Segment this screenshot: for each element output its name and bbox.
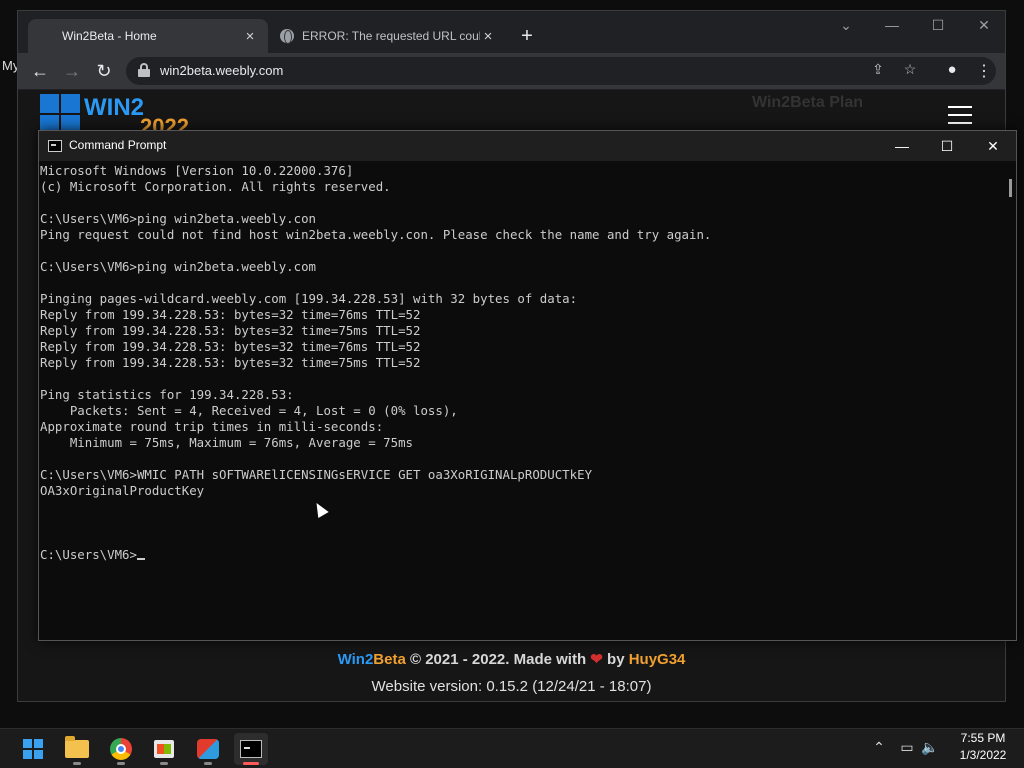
footer-brand-win: Win2 bbox=[337, 651, 374, 668]
heart-icon: ❤ bbox=[590, 651, 603, 668]
console-line: C:\Users\VM6>ping win2beta.weebly.com bbox=[40, 259, 317, 274]
volume-icon[interactable]: 🔈 bbox=[921, 739, 939, 756]
footer-brand-beta: Beta bbox=[373, 651, 406, 668]
console-line: OA3xOriginalProductKey bbox=[40, 483, 205, 498]
footer-by: by bbox=[602, 651, 629, 668]
tab-title: Win2Beta - Home bbox=[62, 29, 157, 43]
tab-title: ERROR: The requested URL could bbox=[302, 29, 480, 43]
command-prompt-window[interactable]: Command Prompt — ☐ ✕ Microsoft Windows [… bbox=[38, 130, 1017, 641]
tab-win2beta-home[interactable]: Win2Beta - Home × bbox=[28, 19, 268, 53]
console-line: Reply from 199.34.228.53: bytes=32 time=… bbox=[40, 323, 421, 338]
globe-icon bbox=[280, 29, 294, 44]
close-tab-icon[interactable]: × bbox=[242, 28, 258, 45]
text-cursor bbox=[136, 558, 145, 560]
taskbar: ⌃ ▭ 🔈 7:55 PM 1/3/2022 bbox=[0, 728, 1024, 768]
tab-search-icon[interactable]: ⌄ bbox=[834, 17, 858, 34]
start-icon bbox=[23, 739, 43, 759]
windows-logo-icon bbox=[40, 94, 80, 134]
console-line: C:\Users\VM6>ping win2beta.weebly.con bbox=[40, 211, 317, 226]
forward-button[interactable]: → bbox=[60, 59, 84, 83]
taskbar-chrome[interactable] bbox=[104, 733, 138, 765]
bookmark-star-icon[interactable]: ☆ bbox=[900, 61, 920, 78]
console-output[interactable]: Microsoft Windows [Version 10.0.22000.37… bbox=[39, 161, 1001, 641]
command-prompt-icon bbox=[48, 140, 62, 152]
console-line: Packets: Sent = 4, Received = 4, Lost = … bbox=[40, 403, 458, 418]
maximize-button[interactable]: ☐ bbox=[926, 17, 950, 34]
site-footer-credits: Win2Beta © 2021 - 2022. Made with ❤ by H… bbox=[18, 650, 1005, 668]
browser-toolbar: ← → ↻ win2beta.weebly.com ⇪ ☆ bbox=[18, 53, 1005, 89]
footer-copyright: © 2021 - 2022. Made with bbox=[405, 651, 591, 668]
console-line: Reply from 199.34.228.53: bytes=32 time=… bbox=[40, 355, 421, 370]
taskbar-file-explorer[interactable] bbox=[60, 733, 94, 765]
site-version: Website version: 0.15.2 (12/24/21 - 18:0… bbox=[371, 678, 652, 695]
maximize-button[interactable]: ☐ bbox=[936, 135, 958, 157]
site-menu-icon[interactable] bbox=[948, 106, 972, 126]
lock-icon[interactable] bbox=[138, 63, 150, 77]
browser-menu-icon[interactable]: ⋮ bbox=[976, 61, 992, 81]
faded-page-title: Win2Beta Plan bbox=[752, 94, 863, 111]
clock-time[interactable]: 7:55 PM bbox=[948, 731, 1018, 745]
console-line: C:\Users\VM6>WMIC PATH sOFTWARElICENSING… bbox=[40, 467, 593, 482]
console-prompt-line[interactable]: C:\Users\VM6> bbox=[40, 547, 1001, 563]
share-icon[interactable]: ⇪ bbox=[868, 61, 888, 78]
new-tab-button[interactable]: + bbox=[516, 25, 538, 48]
back-button[interactable]: ← bbox=[28, 59, 52, 83]
console-line: (c) Microsoft Corporation. All rights re… bbox=[40, 179, 391, 194]
minimize-button[interactable]: — bbox=[891, 135, 913, 157]
file-explorer-icon bbox=[65, 736, 89, 758]
tab-error[interactable]: ERROR: The requested URL could × bbox=[270, 19, 506, 53]
clock-date[interactable]: 1/3/2022 bbox=[948, 748, 1018, 762]
tab-strip: Win2Beta - Home × ERROR: The requested U… bbox=[18, 11, 1005, 53]
reload-button[interactable]: ↻ bbox=[92, 59, 116, 83]
console-line: Ping request could not find host win2bet… bbox=[40, 227, 712, 242]
profile-icon[interactable]: ● bbox=[942, 61, 962, 81]
close-button[interactable]: ✕ bbox=[982, 135, 1004, 157]
chrome-icon bbox=[110, 738, 132, 760]
taskbar-command-prompt[interactable] bbox=[234, 733, 268, 765]
console-line: Approximate round trip times in milli-se… bbox=[40, 419, 384, 434]
chevron-up-icon[interactable]: ⌃ bbox=[870, 739, 888, 756]
cmd-titlebar[interactable]: Command Prompt — ☐ ✕ bbox=[39, 131, 1016, 161]
close-tab-icon[interactable]: × bbox=[480, 28, 496, 45]
console-line: Pinging pages-wildcard.weebly.com [199.3… bbox=[40, 291, 578, 306]
close-button[interactable]: ✕ bbox=[972, 17, 996, 34]
store-icon bbox=[154, 740, 174, 758]
minimize-button[interactable]: — bbox=[880, 17, 904, 33]
logo-text: WIN2 bbox=[84, 94, 144, 121]
taskbar-store[interactable] bbox=[147, 733, 181, 765]
url-text[interactable]: win2beta.weebly.com bbox=[160, 63, 283, 78]
network-icon[interactable]: ▭ bbox=[898, 739, 916, 756]
console-line: Reply from 199.34.228.53: bytes=32 time=… bbox=[40, 307, 421, 322]
office-icon bbox=[197, 739, 219, 759]
address-bar[interactable]: win2beta.weebly.com ⇪ ☆ bbox=[126, 57, 996, 85]
start-button[interactable] bbox=[16, 733, 50, 765]
console-line: Microsoft Windows [Version 10.0.22000.37… bbox=[40, 163, 354, 178]
console-line: Reply from 199.34.228.53: bytes=32 time=… bbox=[40, 339, 421, 354]
taskbar-office[interactable] bbox=[191, 733, 225, 765]
footer-author-link[interactable]: HuyG34 bbox=[629, 651, 686, 668]
cmd-window-title: Command Prompt bbox=[69, 138, 167, 152]
console-prompt: C:\Users\VM6> bbox=[40, 547, 137, 562]
command-prompt-icon bbox=[240, 740, 262, 758]
scrollbar-thumb[interactable] bbox=[1009, 179, 1012, 197]
console-line: Ping statistics for 199.34.228.53: bbox=[40, 387, 294, 402]
site-logo[interactable]: WIN2 2022 bbox=[40, 94, 210, 139]
console-line: Minimum = 75ms, Maximum = 76ms, Average … bbox=[40, 435, 413, 450]
